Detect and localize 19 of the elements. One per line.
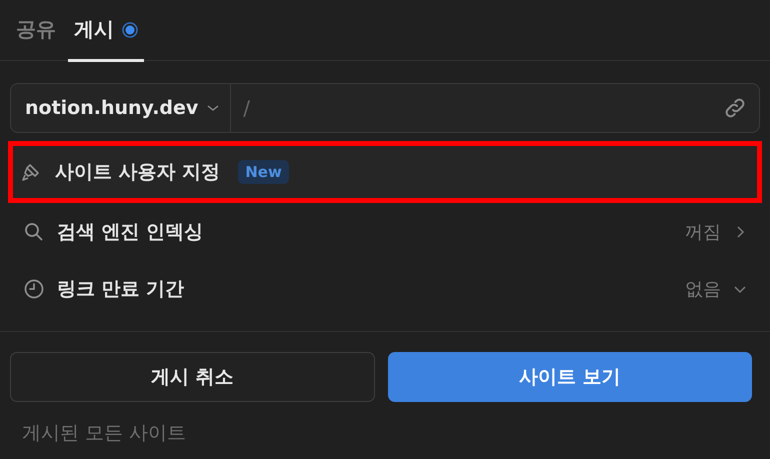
setting-row[interactable]: 사이트 사용자 지정 New: [8, 141, 762, 203]
chevron-down-icon: [206, 103, 220, 113]
tab[interactable]: 공유: [10, 0, 62, 62]
setting-label: 검색 엔진 인덱싱: [57, 220, 204, 244]
tab[interactable]: 게시: [68, 0, 144, 62]
new-badge: New: [238, 160, 289, 184]
link-icon[interactable]: [723, 96, 747, 120]
unpublish-button[interactable]: 게시 취소: [10, 352, 374, 402]
setting-value: 없음: [685, 278, 721, 300]
url-field[interactable]: notion.huny.dev /: [10, 83, 760, 133]
setting-row[interactable]: 링크 만료 기간 없음: [10, 260, 760, 317]
setting-label: 링크 만료 기간: [57, 276, 184, 302]
clock-icon: [23, 278, 45, 300]
setting-value: 꺼짐: [685, 220, 721, 244]
search-icon: [23, 220, 45, 242]
setting-row[interactable]: 검색 엔진 인덱싱 꺼짐: [10, 203, 760, 260]
setting-label: 사이트 사용자 지정: [55, 160, 220, 185]
domain-dropdown[interactable]: notion.huny.dev: [11, 84, 232, 132]
view-site-button[interactable]: 사이트 보기: [388, 352, 752, 402]
